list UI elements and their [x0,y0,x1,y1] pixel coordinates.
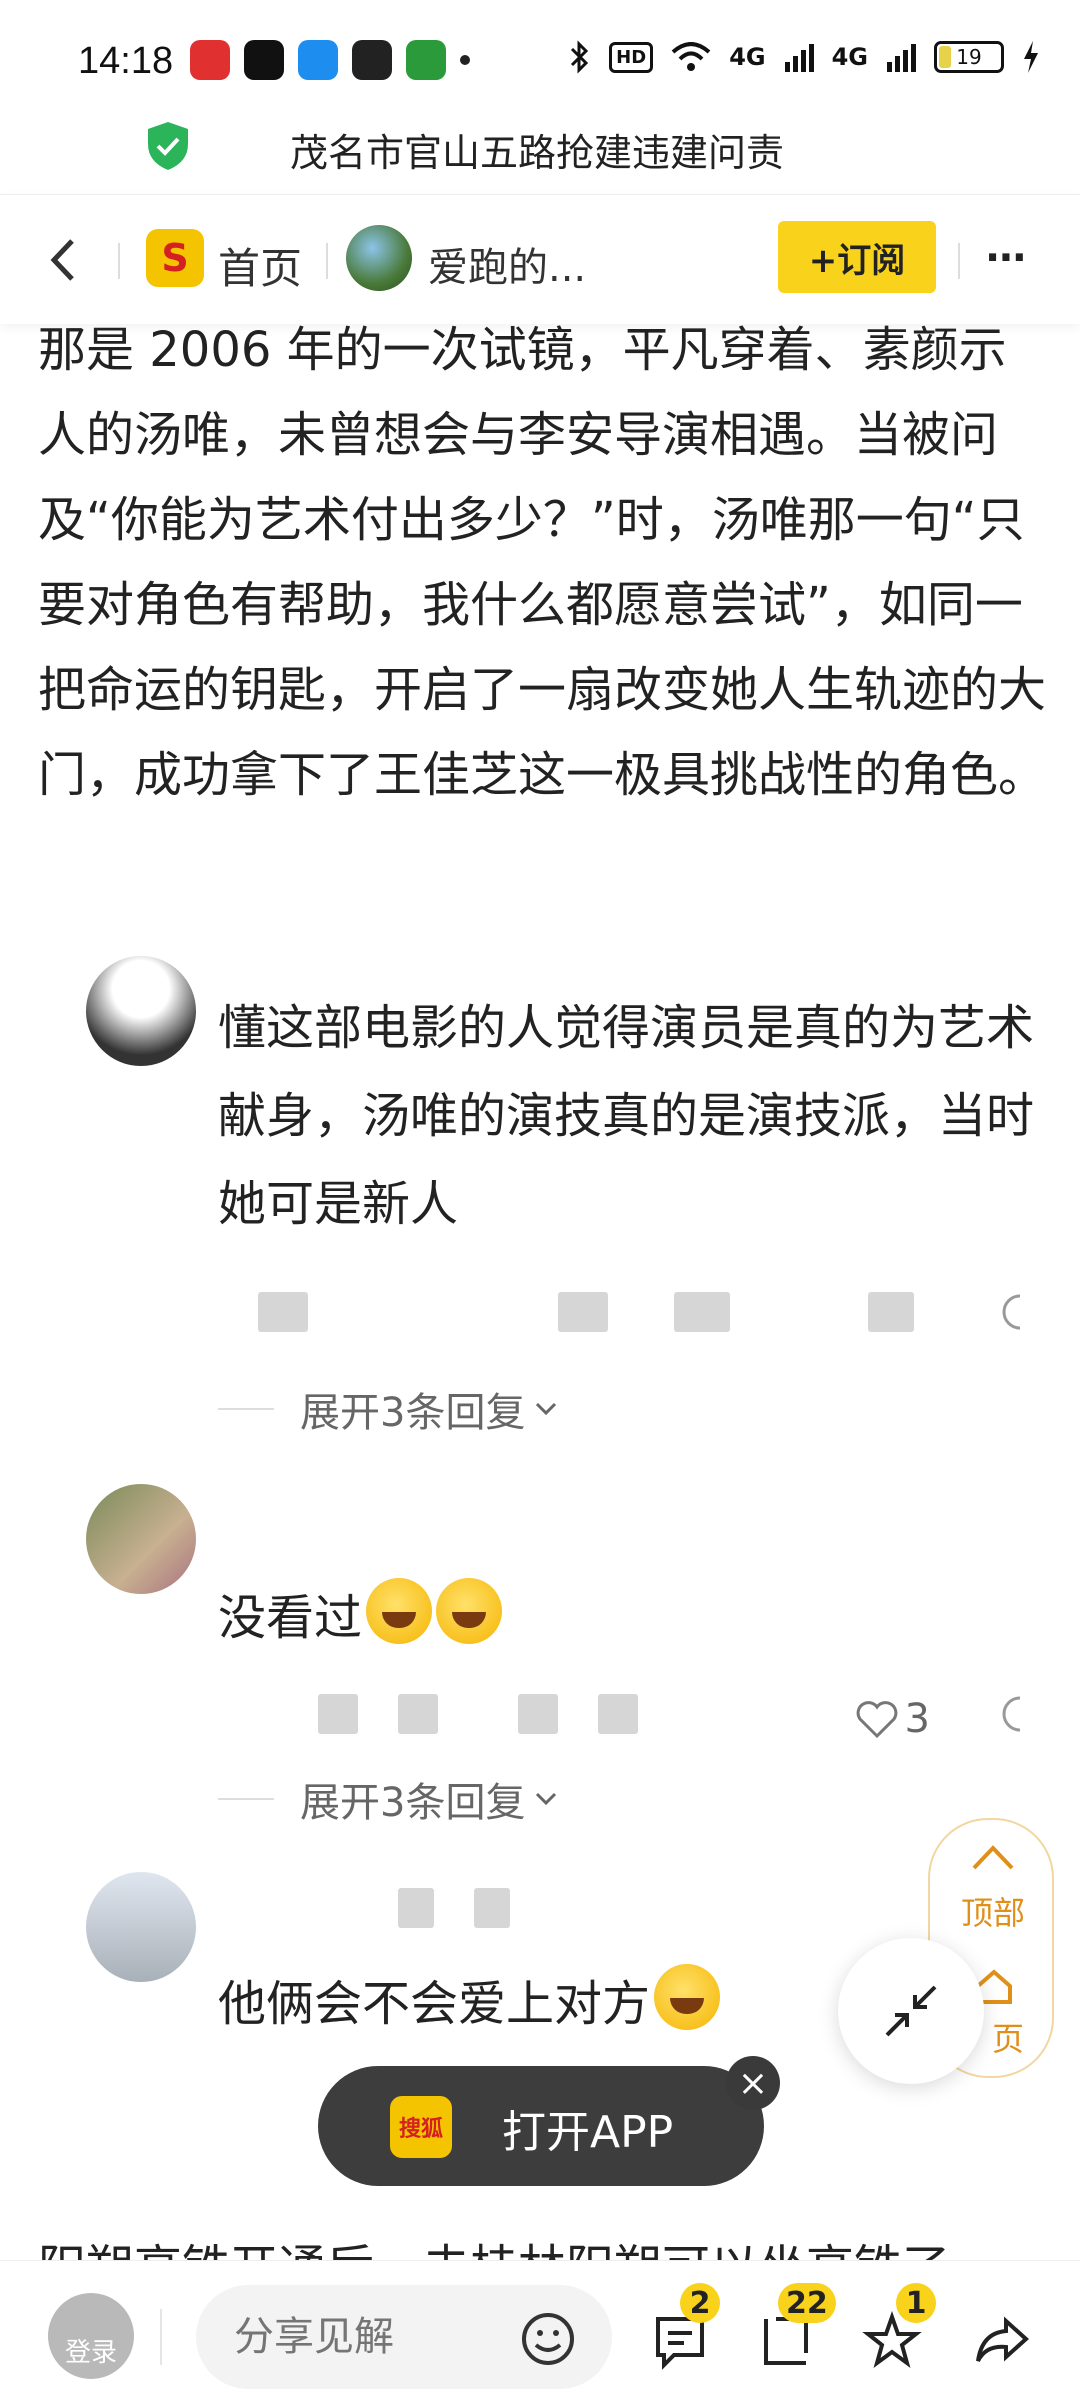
like-button[interactable]: 3 [855,1696,930,1742]
comment-text-content: 没看过 [218,1590,363,1646]
avatar[interactable] [86,1872,196,1982]
home-button-label[interactable]: 页 [992,2014,1024,2060]
comment-icon[interactable] [1000,1694,1040,1734]
sohu-app-icon: 搜狐 [390,2096,452,2158]
heart-icon [856,1701,897,1739]
divider [118,243,120,279]
comment-meta-blurred [218,1292,1038,1342]
divider [958,243,960,279]
sohu-logo-icon[interactable]: S [146,229,204,287]
author-avatar[interactable] [346,225,412,291]
signal-4g-icon: 4G [729,43,766,71]
laugh-emoji-icon [436,1578,503,1644]
app-d-icon [352,40,392,80]
emoji-icon[interactable] [518,2309,578,2369]
login-button[interactable]: 登录 [48,2293,134,2379]
grin-emoji-icon [654,1964,721,2030]
divider [160,2309,162,2365]
close-icon[interactable]: × [726,2056,780,2110]
divider [326,243,328,279]
comment-icon[interactable] [1000,1292,1040,1332]
like-count: 3 [904,1696,930,1742]
back-icon[interactable] [44,235,84,285]
chevron-down-icon [536,1792,557,1806]
expand-replies[interactable]: 展开3条回复 [218,1770,561,1828]
app-a-icon [190,40,230,80]
comment-text: 没看过 [218,1574,1038,1662]
hd-icon: HD [609,41,654,73]
comment-username-blurred [218,1888,1038,1938]
expand-replies[interactable]: 展开3条回复 [218,1380,561,1438]
app-c-icon [298,40,338,80]
security-title: 茂名市官山五路抢建违建问责 [290,131,785,175]
home-link[interactable]: 首页 [218,235,302,296]
security-banner[interactable]: 茂名市官山五路抢建违建问责 [0,112,1080,194]
app-b-icon [244,40,284,80]
back-to-top-button[interactable]: 顶部 [930,1888,1056,1934]
collapse-button[interactable] [838,1938,984,2084]
system-icons: HD 4G 4G 19 [569,40,1040,74]
battery-percent: 19 [956,45,982,69]
avatar[interactable] [86,956,196,1066]
laugh-emoji-icon [366,1578,433,1644]
battery-level [939,46,952,68]
author-name[interactable]: 爱跑的... [428,235,586,293]
app-e-icon [406,40,446,80]
signal-4g-icon-2: 4G [831,43,868,71]
avatar[interactable] [86,1484,196,1594]
open-app-label: 打开APP [502,2107,674,2158]
expand-replies-label: 展开3条回复 [300,1390,526,1436]
bottom-bar: 登录 2 22 1 [0,2260,1080,2400]
more-notifications-icon [460,55,470,65]
chevron-down-icon [536,1402,557,1416]
battery-icon: 19 [934,41,1004,73]
notification-icons [190,40,470,80]
signal-bars-icon [784,44,814,72]
charging-icon [1024,41,1038,73]
chevron-up-icon[interactable] [970,1842,1016,1872]
article-header: S 首页 爱跑的... +订阅 ⋯ [0,194,1080,324]
subscribe-button[interactable]: +订阅 [778,221,936,293]
article-body: 那是 2006 年的一次试镜，平凡穿着、素颜示人的汤唯，未曾想会与李安导演相遇。… [38,322,1047,803]
comment-text: 懂这部电影的人觉得演员是真的为艺术献身，汤唯的演技真的是演技派，当时她可是新人 [218,1000,1035,1232]
status-bar: 14:18 HD 4G 4G 19 [0,0,1080,112]
more-menu-icon[interactable]: ⋯ [986,235,1028,281]
shield-icon [148,122,188,170]
wifi-icon [671,42,711,71]
bookmark-badge: 22 [778,2283,836,2323]
bluetooth-icon [571,40,589,74]
expand-replies-label: 展开3条回复 [300,1780,526,1826]
status-time: 14:18 [78,40,174,82]
open-app-button[interactable]: 搜狐 打开APP [318,2066,764,2186]
collapse-arrows-icon [885,1985,937,2037]
comments-badge: 2 [680,2283,720,2323]
star-badge: 1 [896,2283,936,2323]
share-icon[interactable] [972,2311,1032,2371]
comment-text-content: 他俩会不会爱上对方 [218,1976,651,2032]
signal-bars-icon-2 [887,44,916,72]
